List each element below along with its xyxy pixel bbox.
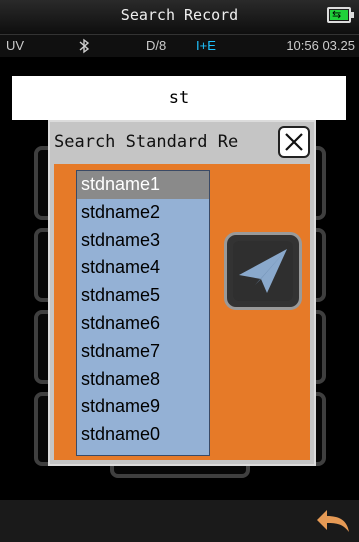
standard-list-item[interactable]: stdname8	[77, 366, 209, 394]
dialog-title: Search Standard Re	[54, 132, 239, 152]
standard-list-item[interactable]: stdname4	[77, 254, 209, 282]
search-standard-dialog: Search Standard Re stdname1 stdname2 stdna…	[48, 120, 316, 466]
standard-list-item[interactable]: stdname7	[77, 338, 209, 366]
standard-list[interactable]: stdname1 stdname2 stdname3 stdname4 stdname5…	[76, 170, 210, 456]
datetime-label: 10:56 03.25	[286, 38, 355, 53]
back-button[interactable]	[313, 506, 353, 538]
dialog-panel: stdname1 stdname2 stdname3 stdname4 stdname5…	[54, 164, 310, 460]
specular-mode-label: I+E	[196, 38, 216, 53]
search-input[interactable]: st	[12, 76, 346, 120]
status-bar: UV D/8 I+E 10:56 03.25	[0, 35, 359, 57]
bottom-bar	[0, 500, 359, 542]
bluetooth-icon	[78, 38, 90, 57]
paper-plane-icon	[233, 241, 293, 301]
screen-title: Search Record	[120, 6, 239, 24]
standard-list-item[interactable]: stdname1	[77, 171, 209, 199]
geometry-label: D/8	[146, 38, 167, 53]
battery-charging-icon: ⇆	[327, 7, 354, 23]
title-bar: Search Record ⇆	[0, 0, 359, 35]
close-button[interactable]	[278, 126, 310, 158]
standard-list-item[interactable]: stdname9	[77, 393, 209, 421]
close-icon	[285, 133, 303, 151]
standard-list-item[interactable]: stdname2	[77, 199, 209, 227]
light-mode-label: UV	[6, 38, 25, 53]
standard-list-item[interactable]: stdname6	[77, 310, 209, 338]
standard-list-item[interactable]: stdname0	[77, 421, 209, 449]
standard-list-item[interactable]: stdname3	[77, 227, 209, 255]
send-button[interactable]	[224, 232, 302, 310]
standard-list-item[interactable]: stdname5	[77, 282, 209, 310]
back-arrow-icon	[317, 510, 349, 532]
